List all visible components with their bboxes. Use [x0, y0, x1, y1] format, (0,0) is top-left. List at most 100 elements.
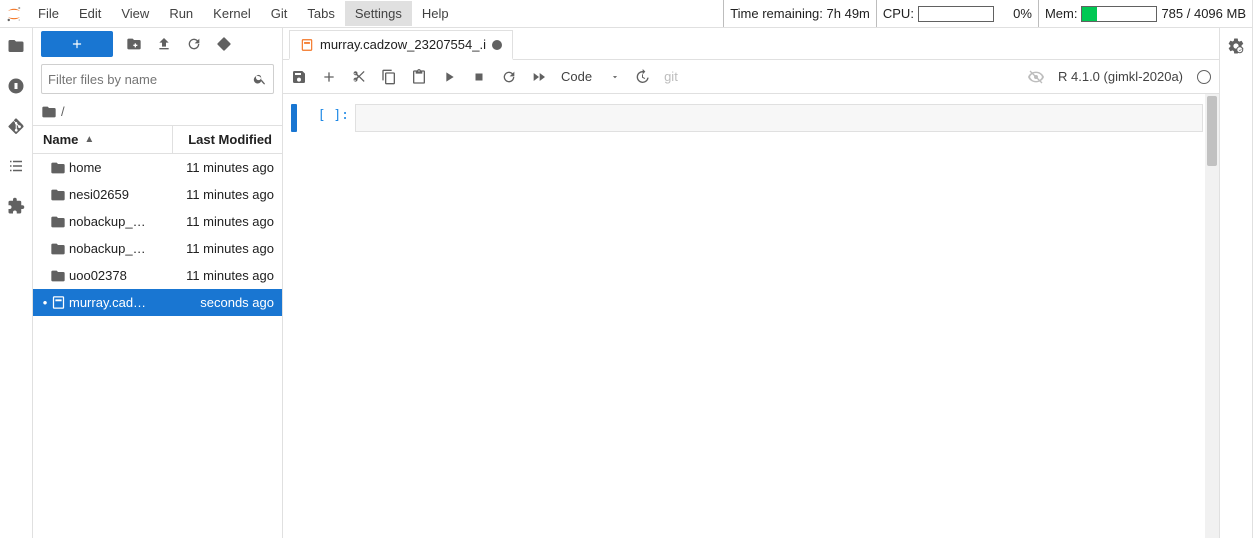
tab-title: murray.cadzow_23207554_.i	[320, 37, 486, 52]
file-name: nesi02659	[67, 187, 179, 202]
menu-view[interactable]: View	[111, 1, 159, 26]
file-row[interactable]: uoo0237811 minutes ago	[33, 262, 282, 289]
cpu-meter	[918, 6, 994, 22]
paste-icon[interactable]	[411, 69, 427, 85]
status-group: Time remaining: 7h 49m CPU: 0% Mem: 785 …	[723, 0, 1252, 27]
cell-selection-marker	[291, 104, 297, 132]
code-cell[interactable]: [ ]:	[291, 104, 1203, 132]
menu-tabs[interactable]: Tabs	[297, 1, 344, 26]
folder-icon	[49, 241, 67, 257]
kernel-name[interactable]: R 4.1.0 (gimkl-2020a)	[1058, 69, 1183, 84]
notebook-icon	[300, 38, 314, 52]
folder-icon	[49, 160, 67, 176]
menubar: FileEditViewRunKernelGitTabsSettingsHelp…	[0, 0, 1252, 28]
property-inspector-icon[interactable]	[1226, 36, 1246, 56]
git-label[interactable]: git	[664, 69, 678, 84]
history-icon[interactable]	[634, 69, 650, 85]
sort-asc-icon: ▲	[84, 134, 94, 145]
file-name: murray.cad…	[67, 295, 179, 310]
file-modified: 11 minutes ago	[179, 160, 274, 175]
breadcrumb[interactable]: /	[33, 98, 282, 126]
new-folder-icon[interactable]	[125, 35, 143, 53]
file-modified: seconds ago	[179, 295, 274, 310]
menu-settings[interactable]: Settings	[345, 1, 412, 26]
notebook-body[interactable]: [ ]:	[283, 94, 1219, 538]
activity-running-icon[interactable]	[6, 76, 26, 96]
scrollbar-thumb[interactable]	[1207, 96, 1217, 166]
insert-cell-icon[interactable]	[321, 69, 337, 85]
cell-type-select[interactable]: Code	[561, 69, 620, 84]
mem-text: 785 / 4096 MB	[1161, 6, 1246, 21]
file-list: home11 minutes agonesi0265911 minutes ag…	[33, 154, 282, 538]
time-remaining: Time remaining: 7h 49m	[723, 0, 876, 27]
unsaved-indicator-icon	[492, 40, 502, 50]
render-side-by-side-icon[interactable]	[1028, 69, 1044, 85]
notebook-icon	[49, 295, 67, 310]
file-row[interactable]: nesi0265911 minutes ago	[33, 181, 282, 208]
right-sidebar	[1219, 28, 1252, 538]
folder-icon	[49, 187, 67, 203]
run-icon[interactable]	[441, 69, 457, 85]
column-modified[interactable]: Last Modified	[172, 126, 282, 153]
main-area: murray.cadzow_23207554_.i Code	[283, 28, 1219, 538]
menu-kernel[interactable]: Kernel	[203, 1, 261, 26]
time-remaining-label: Time remaining: 7h 49m	[730, 6, 870, 21]
file-modified: 11 minutes ago	[179, 214, 274, 229]
menu-run[interactable]: Run	[159, 1, 203, 26]
activity-git-icon[interactable]	[6, 116, 26, 136]
restart-run-all-icon[interactable]	[531, 69, 547, 85]
folder-icon	[49, 214, 67, 230]
file-modified: 11 minutes ago	[179, 187, 274, 202]
file-name: nobackup_…	[67, 241, 179, 256]
file-filter[interactable]	[41, 64, 274, 94]
file-name: home	[67, 160, 179, 175]
cut-icon[interactable]	[351, 69, 367, 85]
scrollbar[interactable]	[1205, 94, 1219, 538]
refresh-icon[interactable]	[185, 35, 203, 53]
menu-file[interactable]: File	[28, 1, 69, 26]
restart-icon[interactable]	[501, 69, 517, 85]
menu-git[interactable]: Git	[261, 1, 298, 26]
cpu-percent: 0%	[998, 6, 1032, 21]
file-list-header: Name ▲ Last Modified	[33, 126, 282, 154]
file-modified: 11 minutes ago	[179, 241, 274, 256]
activity-toc-icon[interactable]	[6, 156, 26, 176]
mem-meter	[1081, 6, 1157, 22]
file-row[interactable]: • murray.cad…seconds ago	[33, 289, 282, 316]
mem-status: Mem: 785 / 4096 MB	[1038, 0, 1252, 27]
search-icon	[253, 72, 267, 86]
kernel-status-icon[interactable]	[1197, 70, 1211, 84]
copy-icon[interactable]	[381, 69, 397, 85]
activity-files-icon[interactable]	[6, 36, 26, 56]
cell-input-area[interactable]	[355, 104, 1203, 132]
cell-prompt: [ ]:	[315, 104, 349, 132]
file-row[interactable]: home11 minutes ago	[33, 154, 282, 181]
breadcrumb-root[interactable]: /	[61, 104, 65, 119]
jupyter-logo	[0, 0, 28, 28]
file-browser: / Name ▲ Last Modified home11 minutes ag…	[33, 28, 283, 538]
tab-bar: murray.cadzow_23207554_.i	[283, 28, 1219, 60]
file-filter-input[interactable]	[48, 72, 253, 87]
column-name[interactable]: Name ▲	[33, 132, 172, 147]
mem-label: Mem:	[1045, 6, 1078, 21]
upload-icon[interactable]	[155, 35, 173, 53]
stop-icon[interactable]	[471, 69, 487, 85]
activity-extensions-icon[interactable]	[6, 196, 26, 216]
chevron-down-icon	[610, 72, 620, 82]
menu-help[interactable]: Help	[412, 1, 459, 26]
file-name: nobackup_…	[67, 214, 179, 229]
tab-notebook[interactable]: murray.cadzow_23207554_.i	[289, 30, 513, 60]
menu-edit[interactable]: Edit	[69, 1, 111, 26]
file-browser-toolbar	[33, 28, 282, 60]
activity-bar	[0, 28, 33, 538]
new-launcher-button[interactable]	[41, 31, 113, 57]
file-row[interactable]: nobackup_…11 minutes ago	[33, 208, 282, 235]
running-dot-icon: •	[41, 295, 49, 310]
file-row[interactable]: nobackup_…11 minutes ago	[33, 235, 282, 262]
folder-icon	[49, 268, 67, 284]
file-name: uoo02378	[67, 268, 179, 283]
save-icon[interactable]	[291, 69, 307, 85]
git-toolbar-icon[interactable]	[215, 35, 233, 53]
file-modified: 11 minutes ago	[179, 268, 274, 283]
cell-type-label: Code	[561, 69, 592, 84]
